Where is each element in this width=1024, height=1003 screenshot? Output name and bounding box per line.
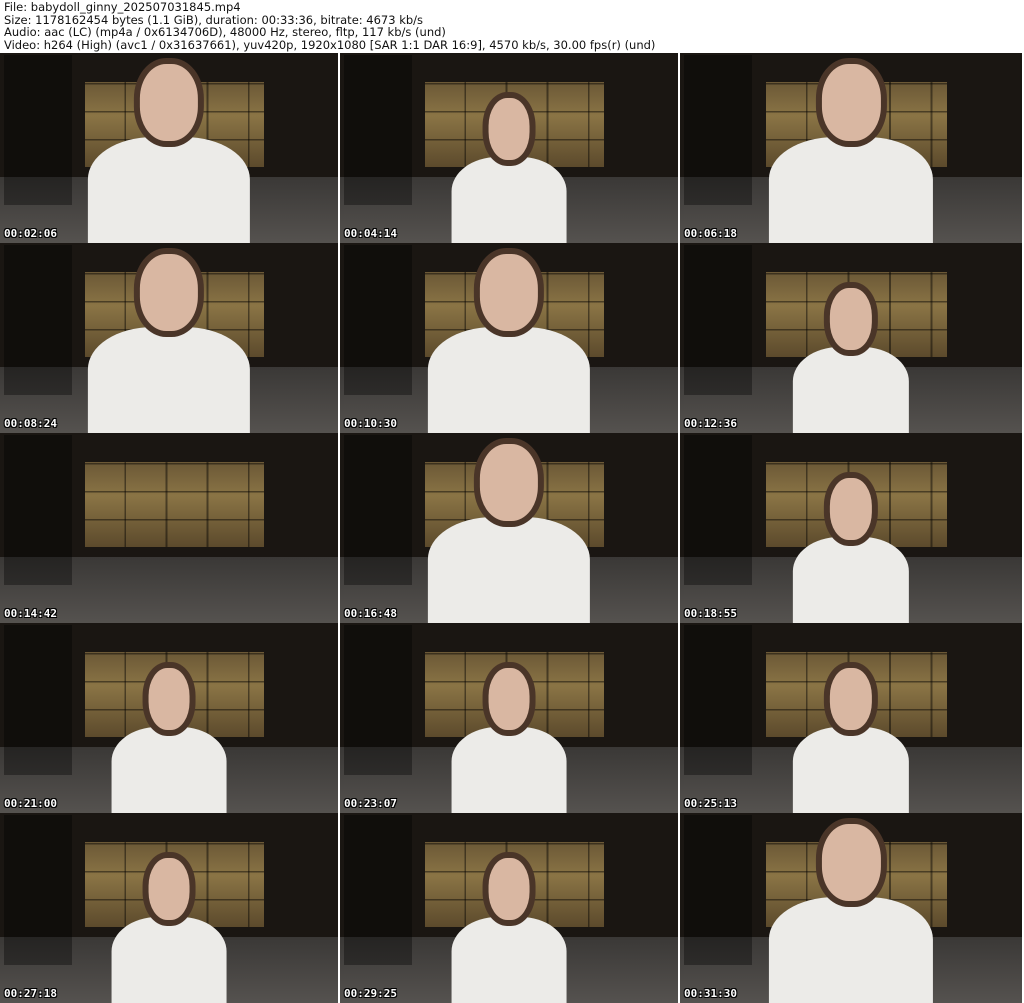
tip-menu-overlay xyxy=(4,245,72,395)
video-thumbnail[interactable]: 00:21:00 xyxy=(0,623,338,813)
tip-menu-overlay xyxy=(684,815,752,965)
video-thumbnail[interactable]: 00:04:14 xyxy=(340,53,678,243)
thumbnail-timestamp: 00:08:24 xyxy=(4,417,57,430)
file-info-header: File: babydoll_ginny_202507031845.mp4 Si… xyxy=(4,1,655,51)
tip-menu-overlay xyxy=(4,625,72,775)
person xyxy=(792,665,910,813)
tip-menu-overlay xyxy=(344,245,412,395)
video-thumbnail[interactable]: 00:27:18 xyxy=(0,813,338,1003)
thumbnail-timestamp: 00:02:06 xyxy=(4,227,57,240)
tip-menu-overlay xyxy=(684,625,752,775)
video-thumbnail[interactable]: 00:12:36 xyxy=(680,243,1022,433)
tip-menu-overlay xyxy=(684,55,752,205)
person xyxy=(427,441,591,623)
thumbnail-grid: 00:02:06 00:04:14 00:06:18 00:08:24 00:10:30… xyxy=(0,53,1024,1003)
thumbnail-timestamp: 00:16:48 xyxy=(344,607,397,620)
video-thumbnail[interactable]: 00:23:07 xyxy=(340,623,678,813)
video-thumbnail[interactable]: 00:02:06 xyxy=(0,53,338,243)
video-thumbnail[interactable]: 00:08:24 xyxy=(0,243,338,433)
person xyxy=(111,665,227,813)
person xyxy=(427,251,591,433)
person xyxy=(111,855,227,1003)
person xyxy=(451,95,567,243)
thumbnail-timestamp: 00:14:42 xyxy=(4,607,57,620)
tip-menu-overlay xyxy=(344,815,412,965)
headboard xyxy=(84,461,264,547)
thumbnail-timestamp: 00:23:07 xyxy=(344,797,397,810)
person xyxy=(87,61,251,243)
video-thumbnail[interactable]: 00:10:30 xyxy=(340,243,678,433)
video-thumbnail[interactable]: 00:16:48 xyxy=(340,433,678,623)
tip-menu-overlay xyxy=(4,815,72,965)
person xyxy=(768,821,934,1003)
thumbnail-timestamp: 00:21:00 xyxy=(4,797,57,810)
person xyxy=(768,61,934,243)
video-thumbnail[interactable]: 00:18:55 xyxy=(680,433,1022,623)
person xyxy=(87,251,251,433)
person xyxy=(792,285,910,433)
person xyxy=(451,855,567,1003)
video-thumbnail[interactable]: 00:25:13 xyxy=(680,623,1022,813)
tip-menu-overlay xyxy=(344,55,412,205)
thumbnail-timestamp: 00:10:30 xyxy=(344,417,397,430)
tip-menu-overlay xyxy=(4,55,72,205)
thumbnail-timestamp: 00:29:25 xyxy=(344,987,397,1000)
audio-info: Audio: aac (LC) (mp4a / 0x6134706D), 480… xyxy=(4,25,446,39)
thumbnail-timestamp: 00:12:36 xyxy=(684,417,737,430)
thumbnail-timestamp: 00:04:14 xyxy=(344,227,397,240)
video-thumbnail[interactable]: 00:29:25 xyxy=(340,813,678,1003)
tip-menu-overlay xyxy=(344,435,412,585)
file-name: File: babydoll_ginny_202507031845.mp4 xyxy=(4,0,241,14)
video-thumbnail[interactable]: 00:14:42 xyxy=(0,433,338,623)
thumbnail-timestamp: 00:25:13 xyxy=(684,797,737,810)
person xyxy=(451,665,567,813)
thumbnail-timestamp: 00:31:30 xyxy=(684,987,737,1000)
tip-menu-overlay xyxy=(4,435,72,585)
thumbnail-timestamp: 00:18:55 xyxy=(684,607,737,620)
video-thumbnail[interactable]: 00:06:18 xyxy=(680,53,1022,243)
thumbnail-timestamp: 00:27:18 xyxy=(4,987,57,1000)
tip-menu-overlay xyxy=(684,245,752,395)
tip-menu-overlay xyxy=(684,435,752,585)
video-thumbnail[interactable]: 00:31:30 xyxy=(680,813,1022,1003)
thumbnail-timestamp: 00:06:18 xyxy=(684,227,737,240)
video-info: Video: h264 (High) (avc1 / 0x31637661), … xyxy=(4,37,656,52)
person xyxy=(792,475,910,623)
tip-menu-overlay xyxy=(344,625,412,775)
